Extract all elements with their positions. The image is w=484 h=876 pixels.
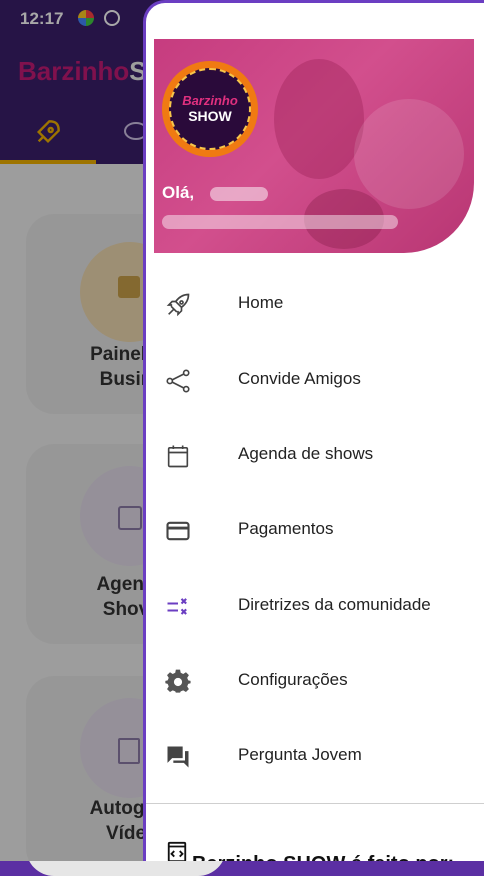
- gear-icon: [165, 669, 191, 693]
- menu-item-pergunta-jovem[interactable]: Pergunta Jovem: [146, 727, 484, 787]
- menu-label: Pagamentos: [238, 519, 334, 538]
- forum-icon: [167, 746, 189, 768]
- share-icon: [166, 369, 190, 393]
- logo-badge: Barzinho SHOW: [169, 68, 251, 150]
- header-photo-shape: [274, 59, 364, 179]
- navigation-drawer: Barzinho SHOW Olá, Home Convide Amigos A…: [143, 0, 484, 861]
- rule-icon: [167, 598, 187, 615]
- menu-label: Agenda de shows: [238, 444, 374, 463]
- user-name-redacted: [210, 187, 268, 201]
- menu-item-home[interactable]: Home: [146, 275, 484, 335]
- logo-text-bottom: SHOW: [188, 108, 232, 124]
- menu-item-convide-amigos[interactable]: Convide Amigos: [146, 351, 484, 411]
- menu-item-configuracoes[interactable]: Configurações: [146, 652, 484, 712]
- header-photo-shape: [354, 99, 464, 209]
- calendar-icon: [167, 445, 189, 468]
- app-logo: Barzinho SHOW: [162, 61, 258, 157]
- logo-text-top: Barzinho: [182, 93, 238, 108]
- menu-label: Configurações: [238, 670, 348, 689]
- menu-label: Convide Amigos: [238, 369, 361, 388]
- footer-credits: Barzinho SHOW é feito por:: [192, 853, 454, 861]
- menu-label: Home: [238, 293, 284, 312]
- drawer-divider: [146, 803, 484, 804]
- menu-item-pagamentos[interactable]: Pagamentos: [146, 501, 484, 561]
- code-icon: [167, 841, 187, 861]
- menu-item-diretrizes[interactable]: Diretrizes da comunidade: [146, 577, 484, 637]
- menu-label: Pergunta Jovem: [238, 745, 362, 764]
- drawer-header: Barzinho SHOW Olá,: [154, 39, 474, 253]
- rocket-icon: [166, 293, 190, 317]
- menu-item-agenda[interactable]: Agenda de shows: [146, 426, 484, 486]
- credit-card-icon: [166, 521, 190, 541]
- greeting: Olá,: [162, 183, 195, 202]
- user-email-redacted: [162, 215, 398, 229]
- menu-label: Diretrizes da comunidade: [238, 595, 431, 614]
